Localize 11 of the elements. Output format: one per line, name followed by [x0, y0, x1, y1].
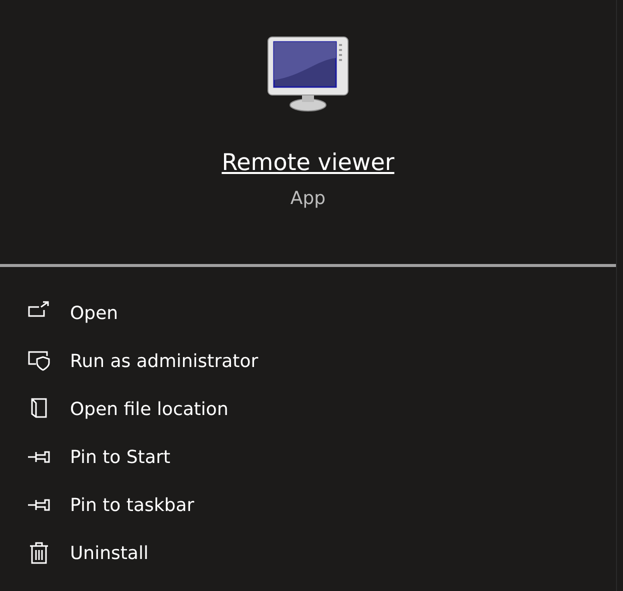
menu-item[interactable]: Open [0, 289, 616, 337]
menu-item[interactable]: Run as administrator [0, 337, 616, 385]
monitor-icon [267, 36, 349, 114]
app-type: App [290, 188, 326, 209]
menu-item[interactable]: Pin to taskbar [0, 481, 616, 529]
menu-item[interactable]: Open file location [0, 385, 616, 433]
trash-icon [27, 541, 51, 565]
menu-item[interactable]: Uninstall [0, 529, 616, 577]
app-name-link[interactable]: Remote viewer [222, 150, 394, 176]
menu-item[interactable]: Pin to Start [0, 433, 616, 481]
shield-icon [27, 349, 51, 373]
